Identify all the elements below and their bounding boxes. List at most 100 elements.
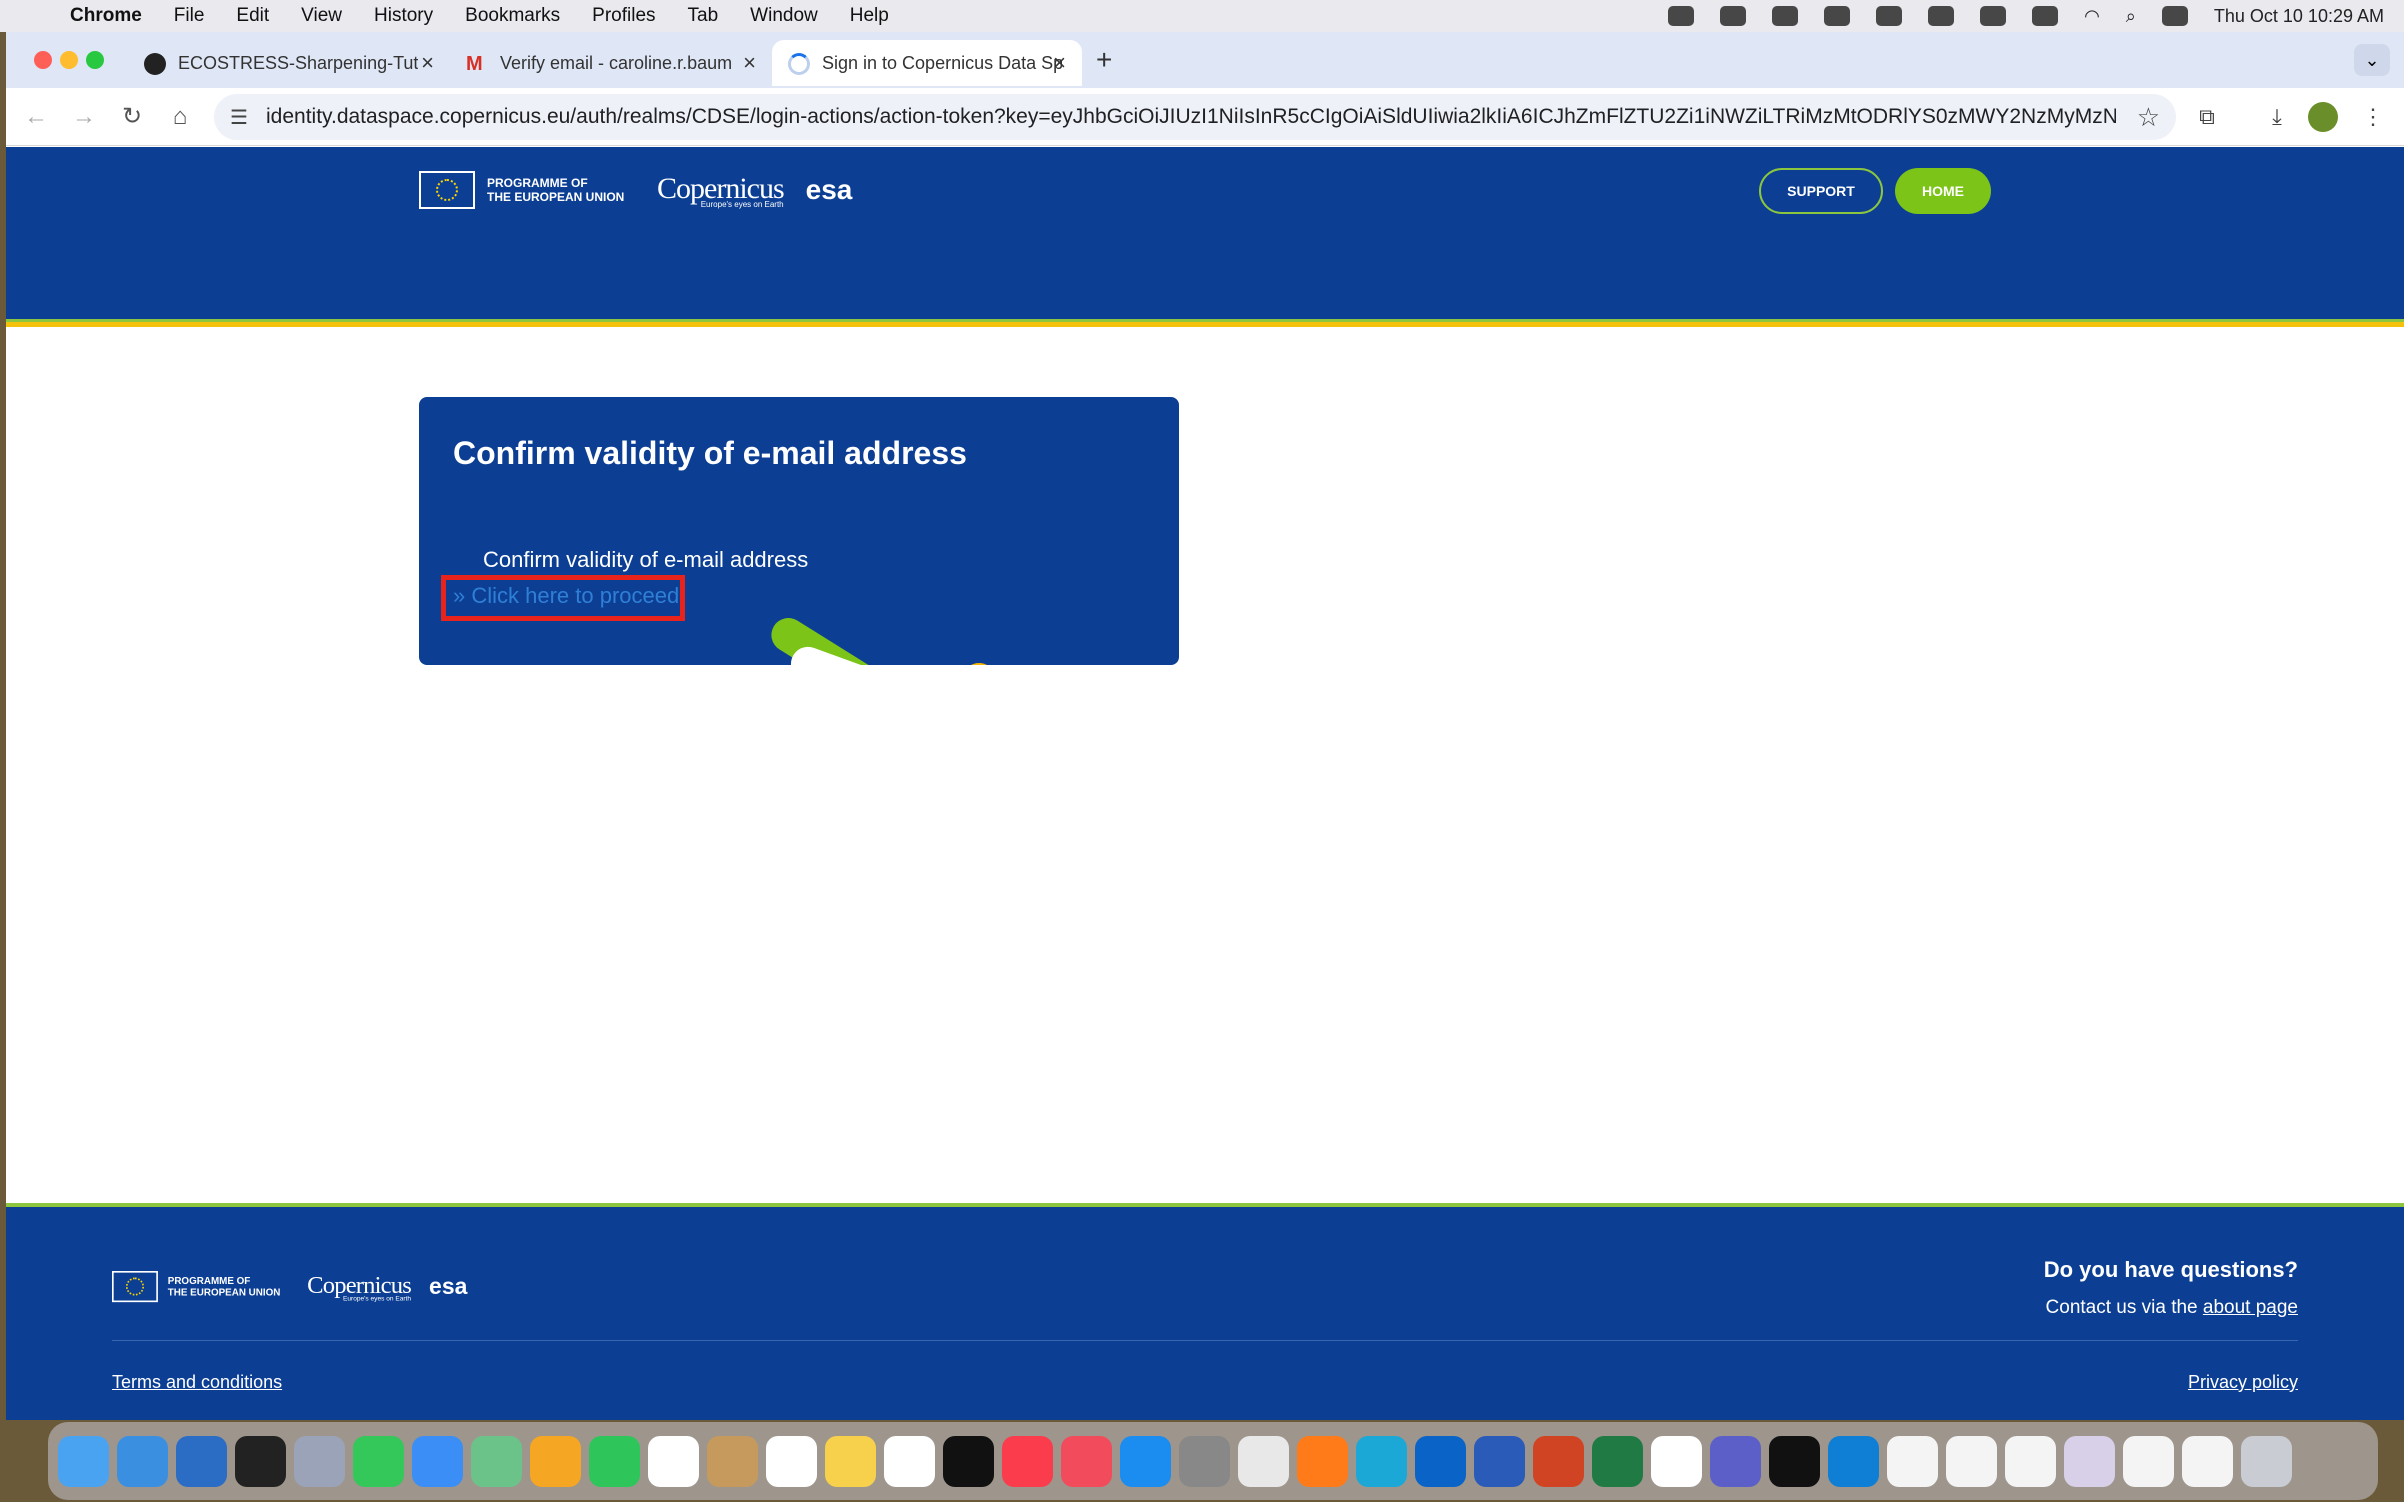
status-area: ◠ ⌕ Thu Oct 10 10:29 AM [1668, 0, 2384, 32]
menubar-clock[interactable]: Thu Oct 10 10:29 AM [2214, 6, 2384, 27]
reminders-icon[interactable] [766, 1435, 817, 1487]
contacts-icon[interactable] [707, 1435, 758, 1487]
window-thumbnail[interactable] [2182, 1435, 2233, 1487]
outlook-icon[interactable] [1415, 1435, 1466, 1487]
notes-icon[interactable] [825, 1435, 876, 1487]
terms-link[interactable]: Terms and conditions [112, 1372, 282, 1393]
eu-programme-label: PROGRAMME OF THE EUROPEAN UNION [487, 176, 625, 204]
apple-tv-icon[interactable] [943, 1435, 994, 1487]
word-icon[interactable] [1474, 1435, 1525, 1487]
control-center-icon[interactable] [2161, 6, 2188, 26]
facetime-icon[interactable] [589, 1435, 640, 1487]
home-button[interactable]: HOME [1895, 168, 1991, 214]
menu-edit[interactable]: Edit [236, 5, 269, 27]
address-bar[interactable]: ☰ identity.dataspace.copernicus.eu/auth/… [214, 94, 2176, 140]
messages-icon[interactable] [353, 1435, 404, 1487]
footer-divider [112, 1340, 2298, 1341]
close-tab-icon[interactable]: × [421, 50, 434, 76]
about-page-link[interactable]: about page [2203, 1297, 2298, 1318]
home-icon[interactable]: ⌂ [164, 101, 196, 133]
github-icon [144, 53, 166, 75]
tools-icon[interactable] [1876, 6, 1903, 26]
globe-icon[interactable] [1772, 6, 1799, 26]
wifi-icon[interactable]: ◠ [2084, 6, 2100, 27]
audio-icon[interactable] [1928, 6, 1955, 26]
forward-button[interactable]: → [68, 101, 100, 133]
freeform-icon[interactable] [884, 1435, 935, 1487]
cloud-icon[interactable] [1668, 6, 1695, 26]
safari-icon[interactable] [117, 1435, 168, 1487]
menu-file[interactable]: File [174, 5, 205, 27]
menu-view[interactable]: View [301, 5, 342, 27]
menu-help[interactable]: Help [850, 5, 889, 27]
site-info-icon[interactable]: ☰ [230, 105, 254, 129]
calendar-icon[interactable] [648, 1435, 699, 1487]
menu-tab[interactable]: Tab [688, 5, 719, 27]
back-button[interactable]: ← [20, 101, 52, 133]
finder-icon[interactable] [58, 1435, 109, 1487]
security-icon[interactable] [1720, 6, 1747, 26]
firefox-icon[interactable] [1297, 1435, 1348, 1487]
maps-icon[interactable] [471, 1435, 522, 1487]
window-thumbnail[interactable] [2064, 1435, 2115, 1487]
chrome-menu-icon[interactable]: ⋮ [2358, 102, 2388, 132]
slack-icon[interactable] [1651, 1435, 1702, 1487]
app-store-icon[interactable] [1120, 1435, 1171, 1487]
menu-app-name[interactable]: Chrome [70, 5, 142, 27]
app-icon[interactable] [176, 1435, 227, 1487]
proceed-link[interactable]: » Click here to proceed [453, 583, 679, 609]
window-thumbnail[interactable] [2005, 1435, 2056, 1487]
eu-programme-label: PROGRAMME OF THE EUROPEAN UNION [167, 1275, 281, 1299]
close-tab-icon[interactable]: × [1053, 50, 1066, 76]
profile-avatar[interactable] [2308, 102, 2338, 132]
download-icon[interactable]: ⤓ [2262, 102, 2292, 132]
privacy-link[interactable]: Privacy policy [2188, 1372, 2298, 1393]
menu-window[interactable]: Window [750, 5, 818, 27]
macos-dock [48, 1422, 2378, 1500]
powerpoint-icon[interactable] [1533, 1435, 1584, 1487]
tab-label: ECOSTRESS-Sharpening-Tut [178, 52, 418, 73]
window-thumbnail[interactable] [2123, 1435, 2174, 1487]
terminal-icon[interactable] [1769, 1435, 1820, 1487]
excel-icon[interactable] [1592, 1435, 1643, 1487]
spotlight-search-icon[interactable]: ⌕ [2126, 6, 2136, 27]
tab-verify-email[interactable]: M Verify email - caroline.r.baum × [450, 40, 772, 86]
battery-icon[interactable] [2032, 6, 2059, 26]
minimize-window-button[interactable] [60, 51, 78, 69]
trash-icon[interactable] [2241, 1435, 2292, 1487]
window-thumbnail[interactable] [1946, 1435, 1997, 1487]
music-icon[interactable] [1002, 1435, 1053, 1487]
edge-icon[interactable] [1356, 1435, 1407, 1487]
menu-history[interactable]: History [374, 5, 433, 27]
card-title: Confirm validity of e-mail address [453, 435, 967, 471]
close-window-button[interactable] [34, 51, 52, 69]
url-text[interactable]: identity.dataspace.copernicus.eu/auth/re… [266, 105, 2116, 129]
tab-search-chevron-icon[interactable]: ⌄ [2354, 44, 2390, 76]
photos-icon[interactable] [530, 1435, 581, 1487]
key-icon[interactable] [1980, 6, 2007, 26]
app-icon[interactable] [235, 1435, 286, 1487]
news-icon[interactable] [1061, 1435, 1112, 1487]
zoom-window-button[interactable] [86, 51, 104, 69]
menu-profiles[interactable]: Profiles [592, 5, 655, 27]
extensions-icon[interactable]: ⧉ [2192, 102, 2222, 132]
launchpad-icon[interactable] [294, 1435, 345, 1487]
tab-ecostress[interactable]: ECOSTRESS-Sharpening-Tut × [128, 40, 450, 86]
new-tab-button[interactable]: + [1096, 44, 1112, 76]
close-tab-icon[interactable]: × [743, 50, 756, 76]
system-settings-icon[interactable] [1179, 1435, 1230, 1487]
vscode-icon[interactable] [1828, 1435, 1879, 1487]
teams-icon[interactable] [1710, 1435, 1761, 1487]
footer-logos[interactable]: PROGRAMME OF THE EUROPEAN UNION Copernicu… [112, 1271, 467, 1303]
menu-bookmarks[interactable]: Bookmarks [465, 5, 560, 27]
chrome-icon[interactable] [1238, 1435, 1289, 1487]
header-logos[interactable]: PROGRAMME OF THE EUROPEAN UNION Copernicu… [419, 171, 852, 209]
support-button[interactable]: SUPPORT [1759, 168, 1883, 214]
airdrop-icon[interactable] [1824, 6, 1851, 26]
eu-flag-icon [112, 1271, 158, 1303]
bookmark-star-icon[interactable]: ☆ [2137, 102, 2160, 133]
tab-copernicus-signin[interactable]: Sign in to Copernicus Data Sp × [772, 40, 1082, 86]
document-icon[interactable] [1887, 1435, 1938, 1487]
reload-button[interactable]: ↻ [116, 101, 148, 133]
mail-icon[interactable] [412, 1435, 463, 1487]
